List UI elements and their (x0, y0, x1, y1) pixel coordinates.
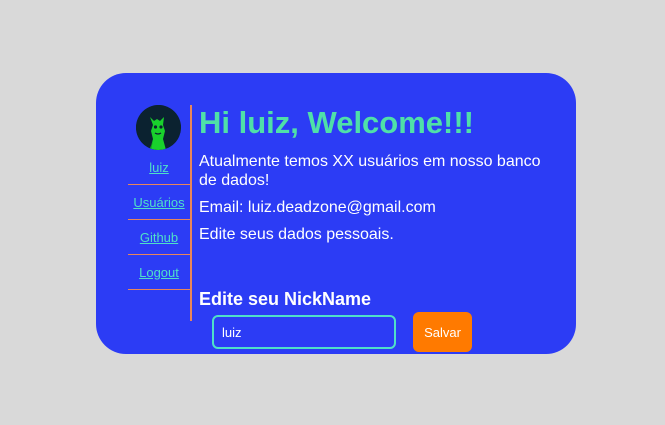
welcome-title: Hi luiz, Welcome!!! (199, 105, 475, 140)
users-link[interactable]: Usuários (133, 195, 184, 210)
sidebar: luiz Usuários Github Logout (128, 105, 192, 321)
users-count-text: Atualmente temos XX usuários em nosso ba… (199, 153, 541, 189)
profile-link[interactable]: luiz (149, 160, 169, 175)
nickname-input[interactable] (212, 315, 396, 349)
sidebar-item-logout[interactable]: Logout (128, 255, 190, 290)
logout-link[interactable]: Logout (139, 265, 179, 280)
sidebar-item-users[interactable]: Usuários (128, 185, 190, 220)
nickname-heading: Edite seu NickName (199, 289, 372, 309)
edit-data-text: Edite seus dados pessoais. (199, 226, 394, 243)
github-link[interactable]: Github (140, 230, 178, 245)
avatar-icon (136, 105, 181, 150)
sidebar-item-github[interactable]: Github (128, 220, 190, 255)
sidebar-item-profile[interactable]: luiz (128, 150, 190, 185)
email-text: Email: luiz.deadzone@gmail.com (199, 199, 436, 216)
avatar (136, 105, 181, 150)
save-button[interactable]: Salvar (413, 312, 472, 352)
profile-card: luiz Usuários Github Logout Hi luiz, Wel… (96, 73, 576, 354)
